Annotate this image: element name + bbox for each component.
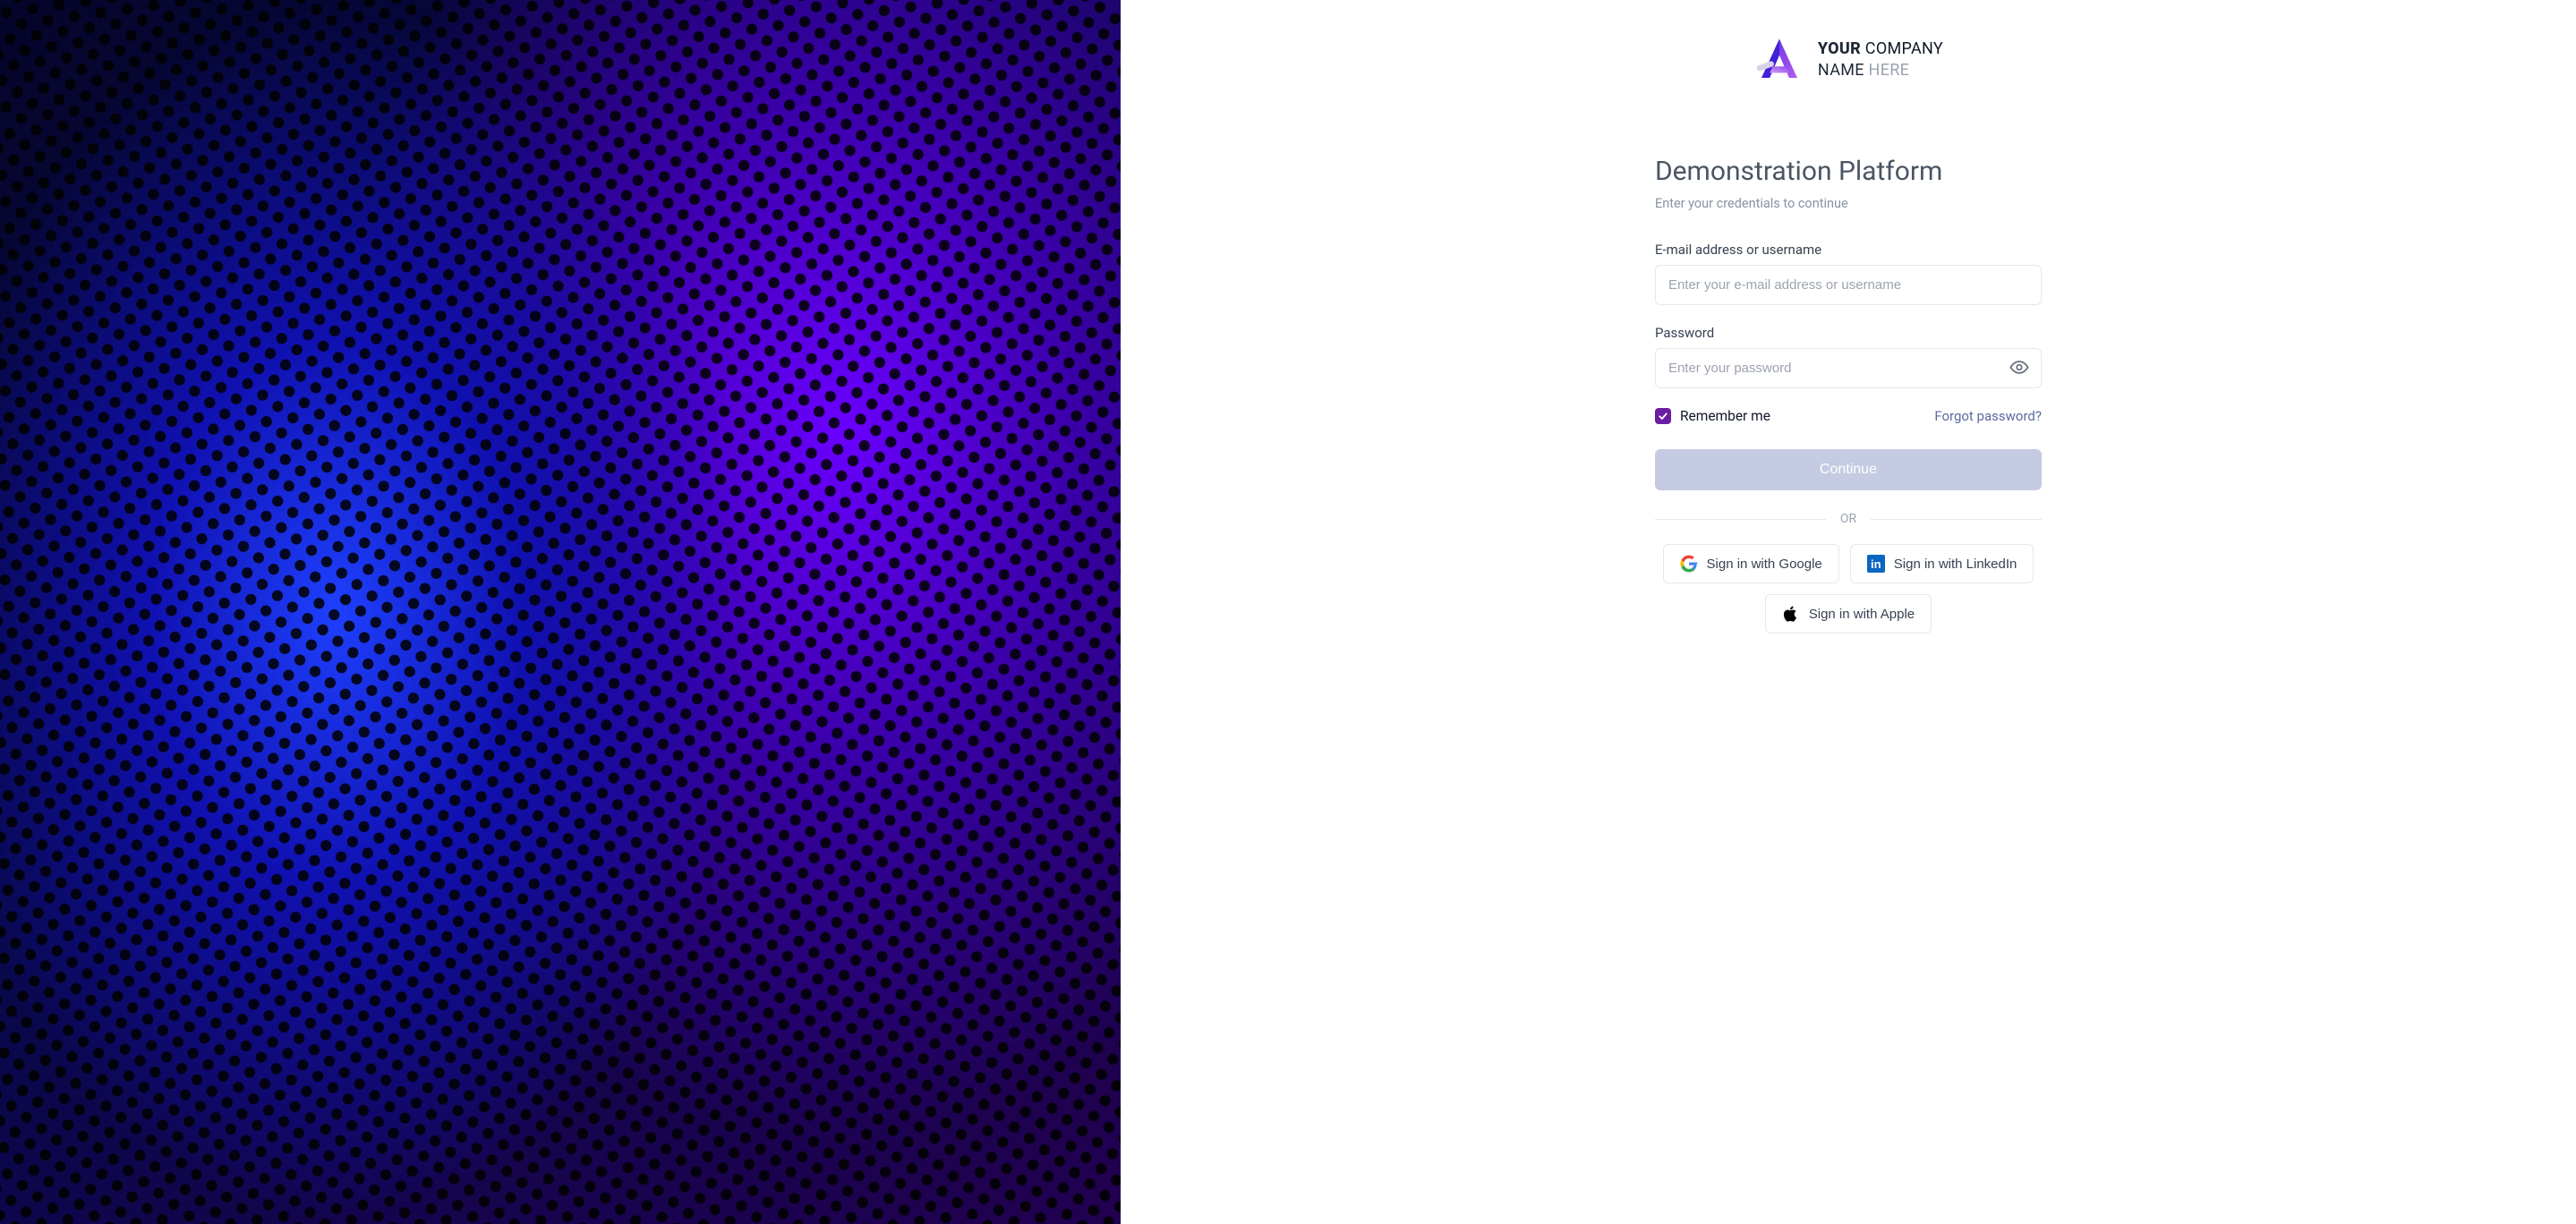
- company-logo-icon: [1753, 34, 1805, 86]
- linkedin-button-label: Sign in with LinkedIn: [1894, 557, 2017, 572]
- logo-line1-bold: YOUR: [1818, 39, 1861, 58]
- remember-me-label: Remember me: [1680, 408, 1770, 424]
- social-login-row: Sign in with Google in Sign in with Link…: [1655, 544, 2042, 633]
- divider-line-right: [1871, 519, 2042, 520]
- page-subtitle: Enter your credentials to continue: [1655, 196, 2042, 211]
- forgot-password-link[interactable]: Forgot password?: [1934, 408, 2042, 424]
- logo-line2-name: NAME: [1818, 61, 1869, 80]
- google-button-label: Sign in with Google: [1707, 557, 1822, 572]
- auth-panel: YOUR COMPANY NAME HERE Demonstration Pla…: [1121, 0, 2576, 1224]
- apple-icon: [1782, 605, 1800, 623]
- divider-line-left: [1655, 519, 1826, 520]
- page-title: Demonstration Platform: [1655, 156, 2042, 187]
- toggle-password-visibility-button[interactable]: [2006, 353, 2033, 383]
- company-logo-block: YOUR COMPANY NAME HERE: [1753, 34, 1943, 86]
- continue-button[interactable]: Continue: [1655, 449, 2042, 490]
- divider-row: OR: [1655, 512, 2042, 526]
- sign-in-apple-button[interactable]: Sign in with Apple: [1765, 594, 1932, 633]
- checkbox-box: [1655, 408, 1671, 424]
- email-group: E-mail address or username: [1655, 242, 2042, 305]
- logo-line2-here: HERE: [1869, 61, 1910, 80]
- remember-me-checkbox[interactable]: Remember me: [1655, 408, 1770, 424]
- linkedin-icon: in: [1867, 555, 1885, 573]
- password-label: Password: [1655, 325, 2042, 341]
- sign-in-linkedin-button[interactable]: in Sign in with LinkedIn: [1850, 544, 2034, 583]
- check-icon: [1658, 411, 1668, 421]
- email-input[interactable]: [1655, 265, 2042, 305]
- email-label: E-mail address or username: [1655, 242, 2042, 258]
- company-logo-text: YOUR COMPANY NAME HERE: [1818, 38, 1943, 81]
- divider-or-text: OR: [1826, 512, 1871, 526]
- hero-texture: [0, 0, 1121, 1224]
- password-input[interactable]: [1655, 348, 2042, 388]
- eye-icon: [2009, 357, 2029, 377]
- remember-row: Remember me Forgot password?: [1655, 408, 2042, 424]
- sign-in-google-button[interactable]: Sign in with Google: [1663, 544, 1839, 583]
- apple-button-label: Sign in with Apple: [1809, 607, 1915, 622]
- logo-line1-rest: COMPANY: [1861, 39, 1943, 58]
- login-form: Demonstration Platform Enter your creden…: [1655, 156, 2042, 633]
- google-icon: [1680, 555, 1698, 573]
- password-group: Password: [1655, 325, 2042, 388]
- hero-image-panel: [0, 0, 1121, 1224]
